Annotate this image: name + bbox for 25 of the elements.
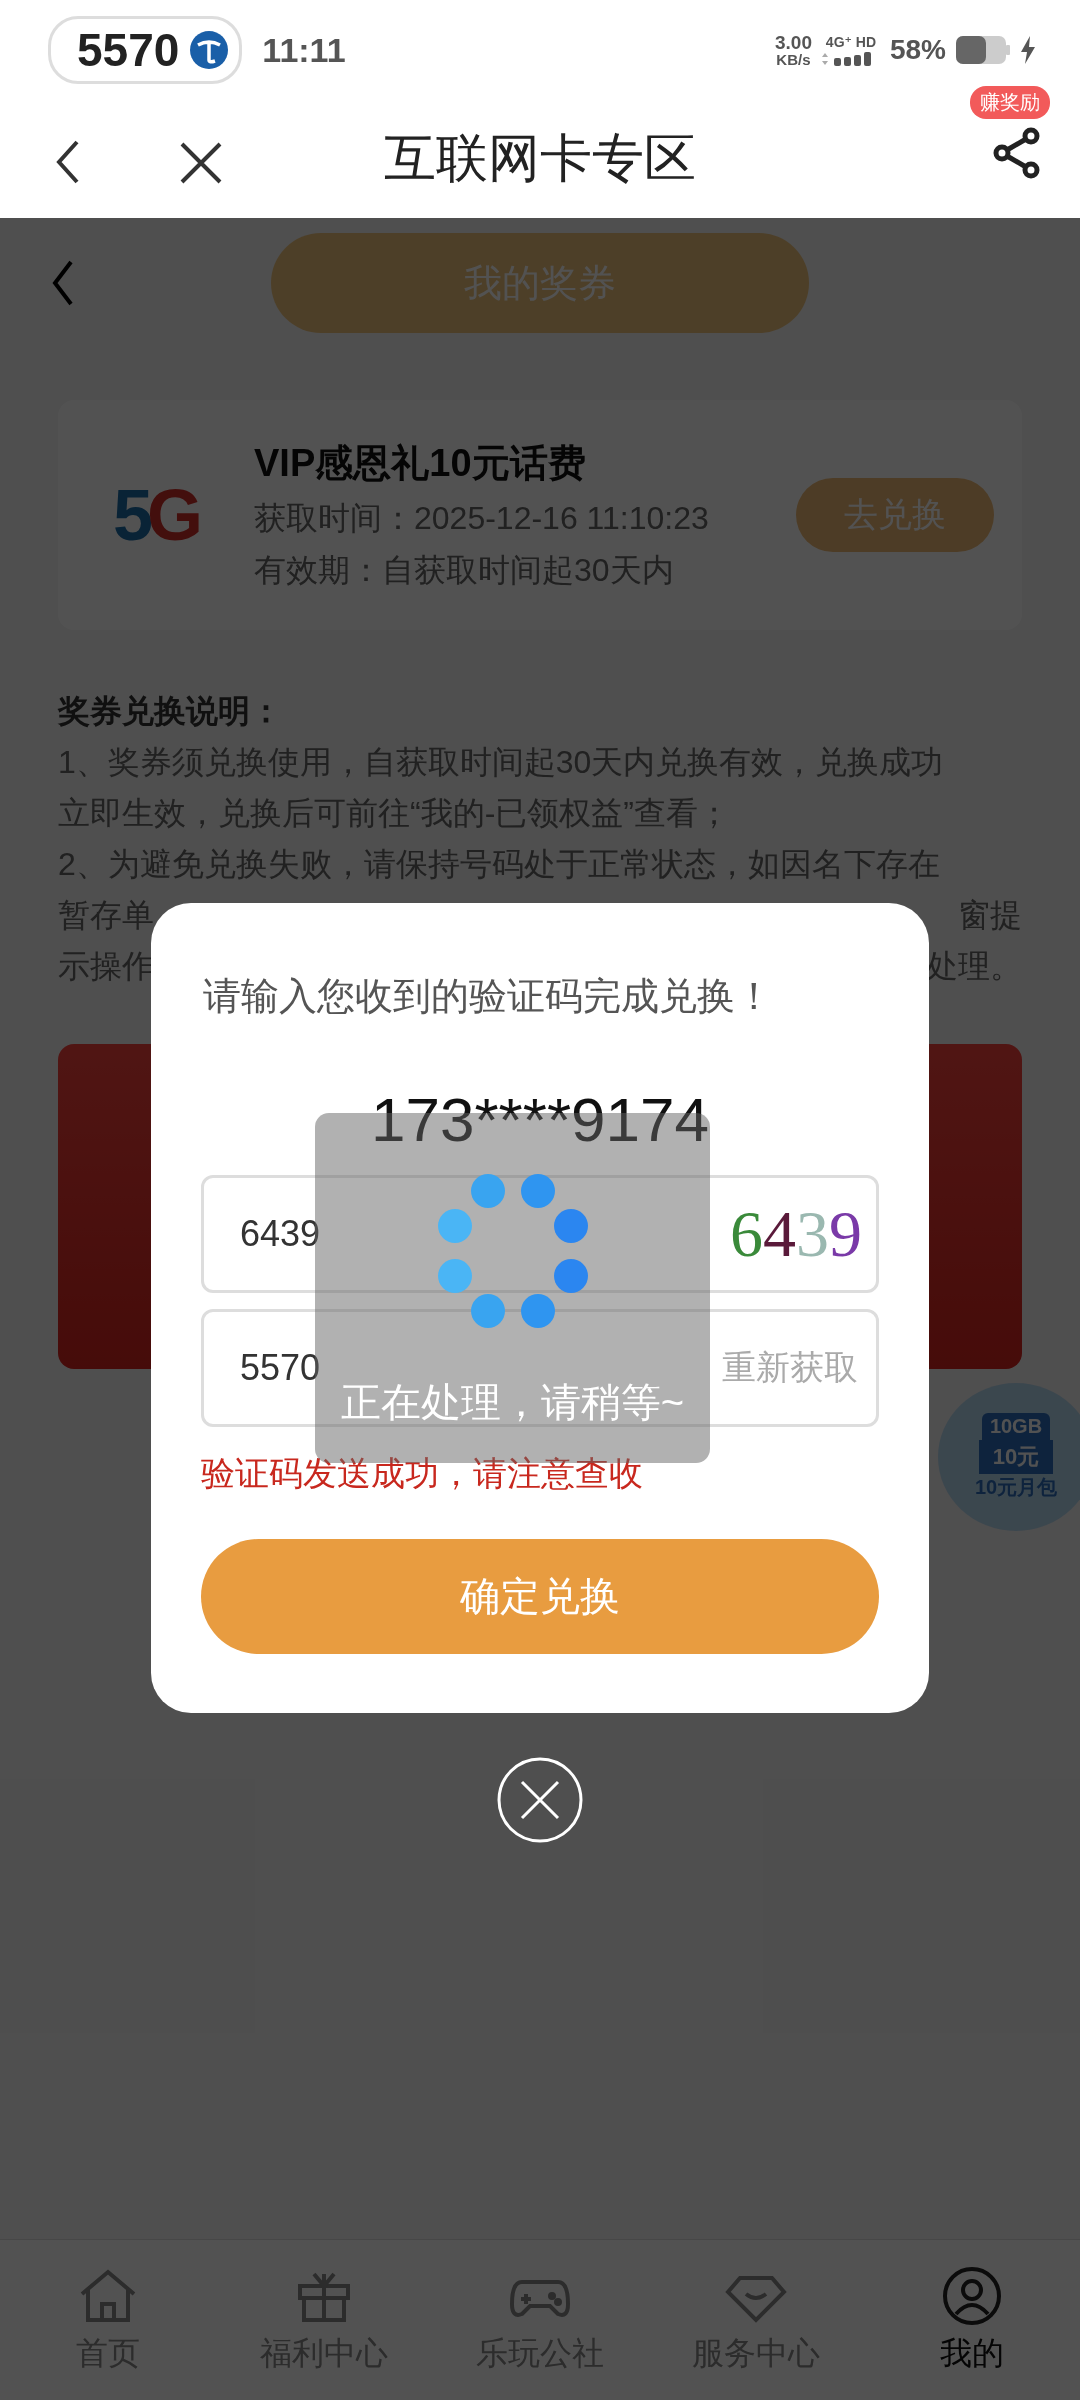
speed-unit: KB/s [776,52,811,67]
network-type: 4G⁺ HD [825,34,877,50]
back-icon[interactable] [56,140,80,184]
page-title: 互联网卡专区 [384,128,696,189]
nav-tab[interactable]: 我的 [864,2240,1080,2400]
close-icon[interactable] [180,142,222,184]
success-message: 验证码发送成功，请注意查收 [201,1453,644,1494]
resend-code-link[interactable]: 重新获取 [722,1345,858,1391]
carrier-number: 5570 [77,23,180,77]
battery-icon [956,36,1010,64]
code-input-field[interactable]: 6439 6439 [201,1175,879,1293]
charging-icon [1020,36,1036,64]
battery-percent: 58% [889,34,946,66]
confirm-exchange-button[interactable]: 确定兑换 [201,1539,879,1654]
network-speed: 3.00 [774,33,812,52]
notes-title: 奖券兑换说明： [58,693,282,729]
loading-text: 正在处理，请稍等~ [340,1379,685,1426]
voucher-title: VIP感恩礼10元话费 [254,440,587,486]
clock: 11:11 [262,30,346,70]
share-icon[interactable] [992,127,1042,179]
reward-badge: 赚奖励 [970,86,1050,119]
user-icon [940,2264,1004,2328]
captcha-image[interactable]: 6439 [730,1196,862,1272]
carrier-logo-icon [189,30,230,70]
dialog-prompt: 请输入您收到的验证码完成兑换！ [203,974,774,1019]
